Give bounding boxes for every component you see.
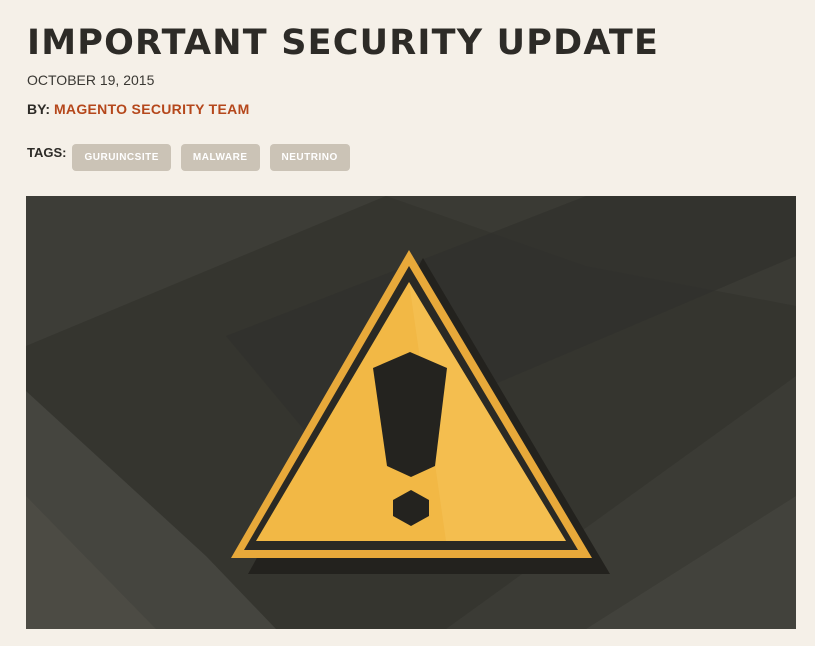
- author-link[interactable]: MAGENTO SECURITY TEAM: [54, 101, 250, 117]
- tag-neutrino[interactable]: NEUTRINO: [269, 144, 350, 171]
- tag-malware[interactable]: MALWARE: [180, 144, 260, 171]
- tags-row: TAGS: GURUINCSITE MALWARE NEUTRINO: [27, 144, 360, 171]
- tag-guruincsite[interactable]: GURUINCSITE: [72, 144, 171, 171]
- by-label: BY:: [27, 101, 51, 117]
- article-byline: BY: MAGENTO SECURITY TEAM: [27, 100, 250, 118]
- hero-image: [26, 196, 796, 629]
- tags-label: TAGS:: [27, 145, 67, 160]
- hero-illustration: [26, 196, 796, 629]
- article-title: IMPORTANT SECURITY UPDATE: [27, 23, 660, 63]
- article-date: OCTOBER 19, 2015: [27, 72, 155, 88]
- article-page: IMPORTANT SECURITY UPDATE OCTOBER 19, 20…: [0, 0, 815, 646]
